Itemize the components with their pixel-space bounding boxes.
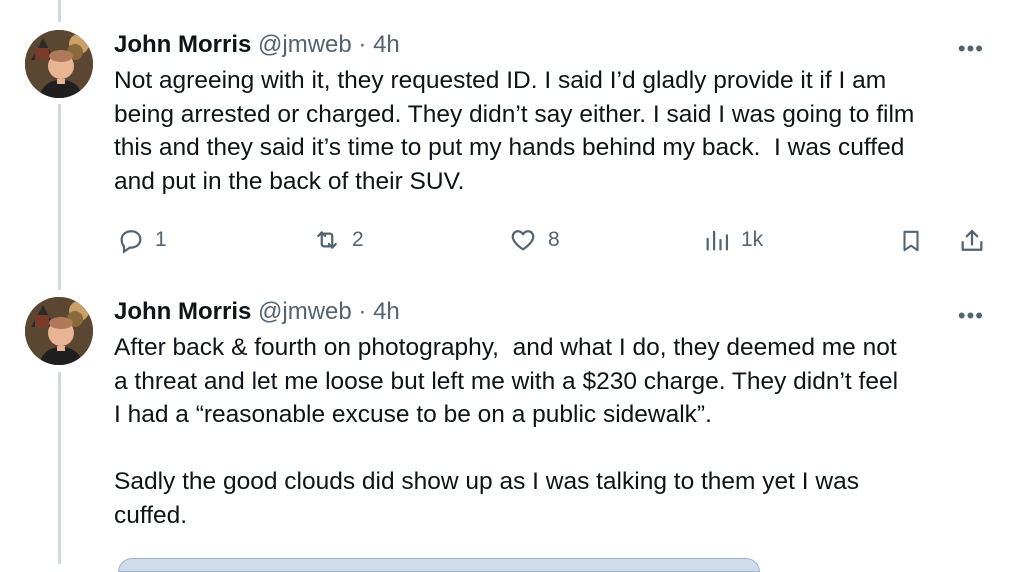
- repost-count: 2: [352, 228, 364, 251]
- avatar[interactable]: [25, 297, 93, 365]
- views-count: 1k: [741, 228, 764, 251]
- bookmark-icon: [903, 230, 919, 252]
- media-card-preview[interactable]: [118, 558, 760, 572]
- repost-icon: [317, 231, 337, 249]
- tweet-header: John Morris @jmweb · 4h: [114, 30, 400, 60]
- author-handle[interactable]: @jmweb: [258, 31, 352, 58]
- timestamp[interactable]: 4h: [373, 31, 400, 58]
- like-icon: [511, 230, 535, 251]
- more-icon[interactable]: •••: [958, 36, 984, 62]
- more-icon[interactable]: •••: [958, 303, 984, 329]
- views-icon: [706, 230, 729, 251]
- action-bar: 1 2 8 1k: [0, 226, 1026, 258]
- tweet-text: Not agreeing with it, they requested ID.…: [114, 67, 915, 195]
- views-button[interactable]: 1k: [703, 226, 763, 254]
- tweet-header: John Morris @jmweb · 4h: [114, 297, 400, 327]
- separator-dot: ·: [358, 31, 367, 58]
- author-handle[interactable]: @jmweb: [258, 298, 352, 325]
- like-button[interactable]: 8: [508, 226, 560, 254]
- repost-button[interactable]: 2: [312, 226, 364, 254]
- reply-button[interactable]: 1: [117, 226, 167, 254]
- bookmark-button[interactable]: [898, 226, 934, 256]
- reply-count: 1: [155, 228, 167, 251]
- like-count: 8: [548, 228, 560, 251]
- separator-dot: ·: [358, 298, 367, 325]
- tweet-text: After back & fourth on photography, and …: [114, 334, 899, 529]
- share-icon: [961, 229, 983, 251]
- share-button[interactable]: [958, 226, 996, 256]
- thread-line: [58, 0, 61, 22]
- avatar[interactable]: [25, 30, 93, 98]
- reply-icon: [120, 230, 142, 254]
- thread-line: [58, 104, 61, 290]
- thread-line: [58, 372, 61, 564]
- author-name[interactable]: John Morris: [114, 298, 251, 325]
- timestamp[interactable]: 4h: [373, 298, 400, 325]
- author-name[interactable]: John Morris: [114, 31, 251, 58]
